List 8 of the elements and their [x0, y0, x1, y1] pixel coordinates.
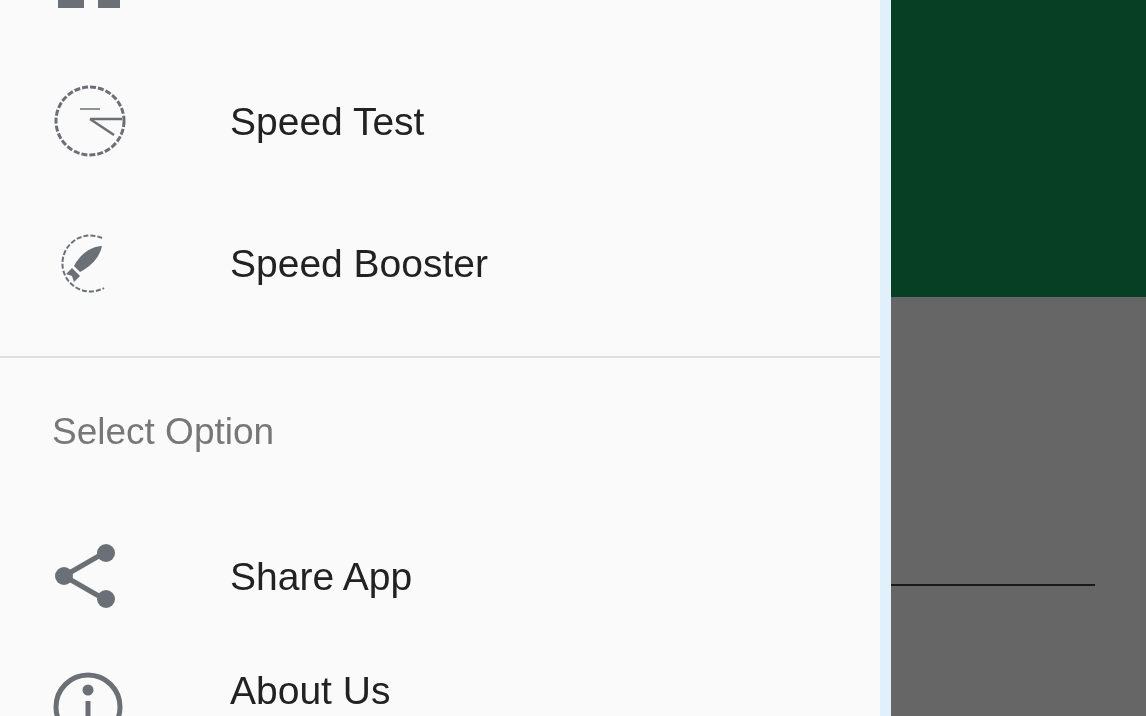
section-header: Select Option — [52, 413, 275, 450]
menu-item[interactable]: About Us — [0, 647, 880, 715]
grid-icon — [58, 0, 120, 8]
share-icon — [52, 543, 118, 609]
menu-item[interactable]: Share App — [0, 505, 880, 647]
speedometer-icon — [52, 85, 128, 157]
menu-item[interactable]: Speed Test — [0, 50, 880, 192]
menu-item[interactable]: Speed Booster — [0, 192, 880, 334]
